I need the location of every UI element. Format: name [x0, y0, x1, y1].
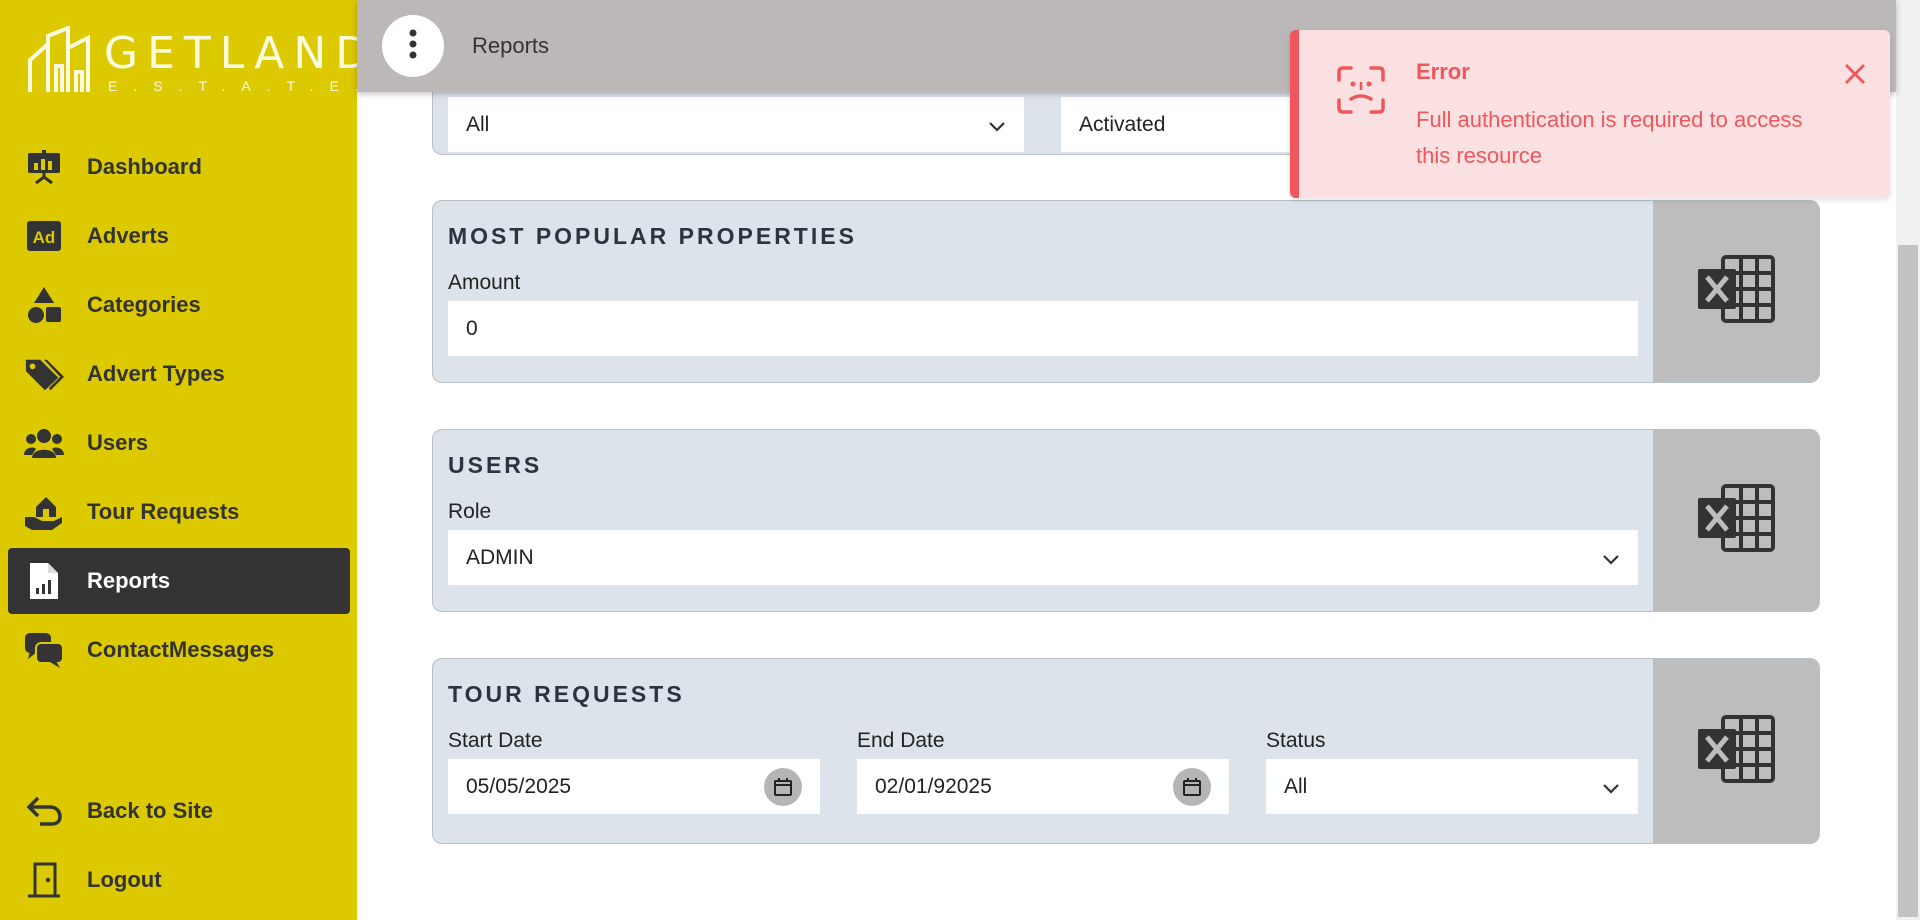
error-toast: Error Full authentication is required to… [1290, 30, 1890, 198]
select-value: Activated [1079, 112, 1166, 136]
hand-house-icon [24, 492, 64, 532]
sidebar-item-label: Advert Types [87, 361, 225, 386]
chevron-down-icon [1602, 777, 1620, 801]
input-value: 02/01/92025 [875, 774, 992, 798]
back-arrow-icon [24, 791, 64, 831]
chevron-down-icon [988, 115, 1006, 139]
tags-icon [24, 354, 64, 394]
calendar-icon[interactable] [764, 768, 802, 806]
sidebar-item-categories[interactable]: Categories [8, 272, 350, 338]
status-label: Status [1266, 729, 1326, 752]
sidebar-item-label: Dashboard [87, 154, 202, 179]
sidebar-item-users[interactable]: Users [8, 410, 350, 476]
sidebar-item-label: Users [87, 430, 149, 455]
sidebar-item-label: ContactMessages [87, 637, 275, 662]
select-value: ADMIN [466, 545, 534, 569]
toast-title: Error [1416, 59, 1470, 84]
face-scan-icon [1337, 66, 1385, 119]
sidebar-item-reports[interactable]: Reports [8, 548, 350, 614]
sidebar-item-label: Adverts [87, 223, 169, 248]
export-excel-button[interactable] [1653, 430, 1819, 611]
ad-icon: Ad [24, 216, 64, 256]
logo-text: GETLAND [104, 28, 379, 79]
sidebar-item-label: Tour Requests [87, 499, 240, 524]
breadcrumb: Reports [472, 33, 550, 58]
sidebar-item-back-to-site[interactable]: Back to Site [8, 778, 350, 844]
select-value: All [1284, 774, 1308, 798]
excel-icon [1697, 714, 1775, 788]
sidebar-bottom-nav: Back to Site Logout [8, 778, 350, 916]
input-value: 05/05/2025 [466, 774, 572, 798]
start-date-label: Start Date [448, 729, 543, 752]
kebab-menu-icon [409, 29, 417, 64]
role-select[interactable]: ADMIN [448, 530, 1638, 585]
presentation-board-icon [24, 147, 64, 187]
sidebar-item-contactmessages[interactable]: ContactMessages [8, 617, 350, 683]
shapes-icon [24, 285, 64, 325]
sidebar-item-advert-types[interactable]: Advert Types [8, 341, 350, 407]
file-chart-icon [24, 561, 64, 601]
adverts-category-select[interactable]: All [448, 97, 1024, 152]
card-title: MOST POPULAR PROPERTIES [448, 223, 857, 249]
door-icon [24, 860, 64, 900]
card-title: USERS [448, 452, 543, 478]
sidebar-nav: Dashboard Ad Adverts Categories Advert T… [8, 134, 350, 686]
chevron-down-icon [1602, 548, 1620, 572]
sidebar-item-label: Reports [87, 568, 171, 593]
menu-button[interactable] [382, 15, 444, 77]
getland-logo[interactable]: GETLAND E.S.T.A.T.E. [26, 26, 369, 96]
sidebar-item-logout[interactable]: Logout [8, 847, 350, 913]
start-date-input[interactable]: 05/05/2025 [448, 759, 820, 814]
export-excel-button[interactable] [1653, 201, 1819, 382]
end-date-input[interactable]: 02/01/92025 [857, 759, 1229, 814]
excel-icon [1697, 484, 1775, 557]
amount-input[interactable]: 0 [448, 301, 1638, 356]
excel-icon [1697, 255, 1775, 328]
sidebar: GETLAND E.S.T.A.T.E. Dashboard Ad Advert… [0, 0, 369, 920]
card-title: TOUR REQUESTS [448, 681, 685, 707]
logo-subtext: E.S.T.A.T.E. [108, 78, 375, 94]
end-date-label: End Date [857, 729, 945, 752]
scrollbar-thumb[interactable] [1898, 245, 1918, 917]
select-value: All [466, 112, 490, 136]
role-label: Role [448, 500, 492, 523]
input-value: 0 [466, 316, 478, 340]
sidebar-item-label: Back to Site [87, 798, 213, 823]
close-icon[interactable] [1844, 63, 1866, 90]
status-select[interactable]: All [1266, 759, 1638, 814]
users-icon [24, 423, 64, 463]
amount-label: Amount [448, 271, 521, 294]
toast-message: Full authentication is required to acces… [1416, 107, 1803, 168]
sidebar-item-label: Logout [87, 867, 162, 892]
svg-text:Ad: Ad [33, 228, 56, 247]
sidebar-item-tour-requests[interactable]: Tour Requests [8, 479, 350, 545]
popular-properties-card: MOST POPULAR PROPERTIES Amount 0 [432, 200, 1820, 383]
sidebar-item-label: Categories [87, 292, 201, 317]
export-excel-button[interactable] [1653, 659, 1819, 843]
sidebar-item-adverts[interactable]: Ad Adverts [8, 203, 350, 269]
calendar-icon[interactable] [1173, 768, 1211, 806]
users-report-card: USERS Role ADMIN [432, 429, 1820, 612]
tour-requests-report-card: TOUR REQUESTS Start Date 05/05/2025 End … [432, 658, 1820, 844]
building-logo-icon [28, 26, 90, 92]
chat-bubbles-icon [24, 630, 64, 670]
sidebar-item-dashboard[interactable]: Dashboard [8, 134, 350, 200]
